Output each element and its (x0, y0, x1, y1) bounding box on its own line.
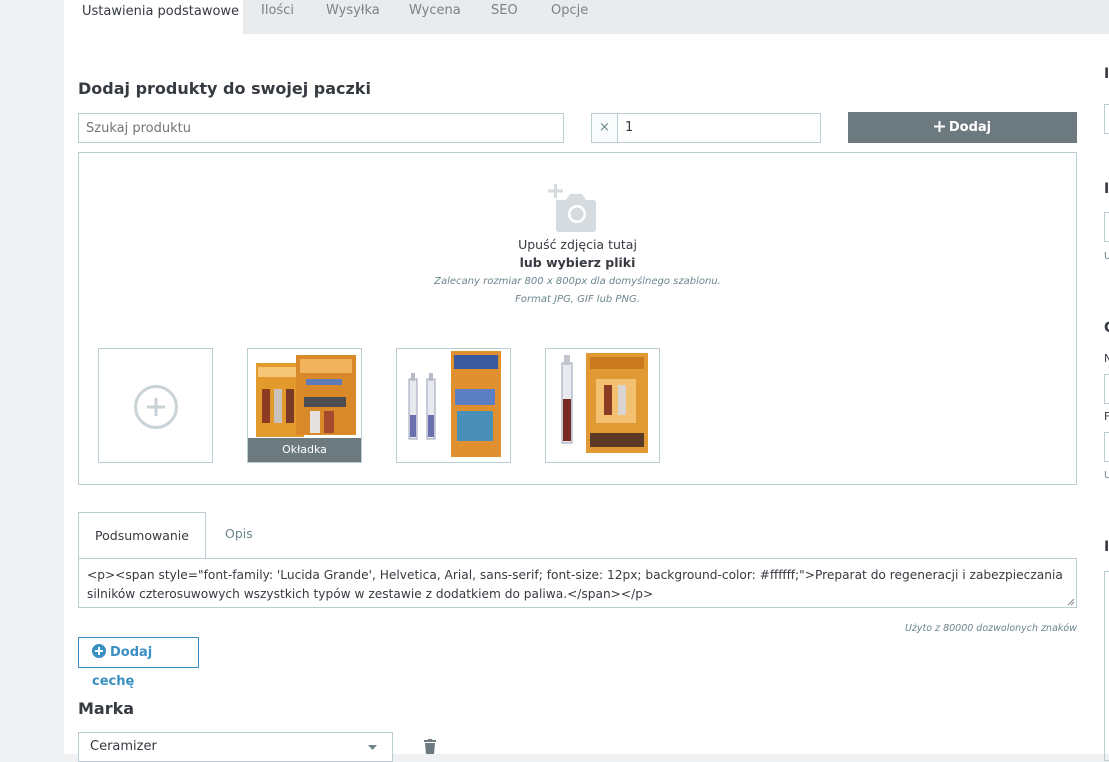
tab-label: Wysyłka (326, 3, 380, 18)
sidebar-letter: I (1104, 181, 1109, 197)
brand-select[interactable]: Ceramizer (78, 732, 393, 762)
character-counter: Użyto z 80000 dozwolonych znaków (904, 623, 1077, 634)
add-image-button[interactable] (98, 348, 213, 463)
size-hint: Zalecany rozmiar 800 x 800px dla domyśln… (434, 276, 721, 287)
add-feature-button[interactable]: Dodaj cechę (78, 637, 199, 689)
drop-text: Upuść zdjęcia tutaj (518, 237, 637, 252)
quantity-input[interactable]: 1 (617, 113, 821, 143)
format-hint: Format JPG, GIF lub PNG. (515, 294, 640, 305)
product-search-input[interactable] (78, 113, 564, 143)
sidebar-input[interactable] (1104, 374, 1109, 404)
camera-add-icon (548, 184, 596, 232)
chevron-down-icon (368, 745, 377, 750)
tab-label: Opcje (551, 3, 589, 18)
tab-seo[interactable]: SEO (491, 0, 518, 34)
tab-label: SEO (491, 3, 518, 18)
tab-quantities[interactable]: Ilości (261, 0, 294, 34)
sidebar-letter: U (1104, 470, 1109, 481)
sidebar-letter: N (1104, 352, 1109, 365)
product-image-thumb[interactable]: Okładka (247, 348, 362, 463)
tab-label: Wycena (409, 3, 461, 18)
sidebar-letter: U (1104, 251, 1109, 262)
brand-selected-value: Ceramizer (90, 739, 157, 754)
plus-circle-icon (134, 385, 178, 429)
tab-pricing[interactable]: Wycena (409, 0, 461, 34)
sidebar-input[interactable] (1104, 432, 1109, 462)
editor-content: <p><span style="font-family: 'Lucida Gra… (87, 568, 1063, 601)
sidebar-letter: C (1104, 320, 1109, 336)
sidebar-letter: F (1104, 410, 1109, 423)
pack-title: Dodaj produkty do swojej paczki (78, 79, 371, 98)
sidebar-textarea[interactable] (1104, 571, 1109, 761)
tab-label: Podsumowanie (95, 528, 189, 543)
brand-title: Marka (78, 699, 135, 718)
resize-handle-icon[interactable] (1067, 598, 1075, 606)
cover-label: Okładka (248, 438, 361, 462)
add-product-button[interactable]: Dodaj (848, 112, 1077, 143)
plus-circle-icon (92, 644, 106, 658)
tab-summary[interactable]: Podsumowanie (78, 512, 206, 559)
sidebar-letter: I (1104, 539, 1109, 555)
add-button-label: Dodaj (948, 120, 992, 135)
tab-label: Ilości (261, 3, 294, 18)
plus-icon (933, 121, 945, 132)
sidebar-letter: I (1104, 66, 1109, 82)
syringe-box-image (561, 353, 648, 453)
sidebar-input[interactable] (1104, 212, 1109, 242)
product-image-thumb[interactable] (545, 348, 660, 463)
syringes-box-image (408, 351, 501, 457)
tab-basic-settings[interactable]: Ustawienia podstawowe (64, 0, 243, 34)
tab-description[interactable]: Opis (225, 526, 253, 541)
tab-label: Opis (225, 526, 253, 541)
times-addon: × (591, 113, 618, 143)
sidebar-input[interactable] (1104, 104, 1109, 134)
tab-shipping[interactable]: Wysyłka (326, 0, 380, 34)
tab-label: Ustawienia podstawowe (82, 4, 240, 19)
product-image-thumb[interactable] (396, 348, 511, 463)
tab-options[interactable]: Opcje (551, 0, 588, 34)
summary-editor[interactable]: <p><span style="font-family: 'Lucida Gra… (78, 558, 1077, 608)
trash-icon[interactable] (424, 739, 436, 754)
choose-files-link[interactable]: lub wybierz pliki (78, 255, 1077, 270)
